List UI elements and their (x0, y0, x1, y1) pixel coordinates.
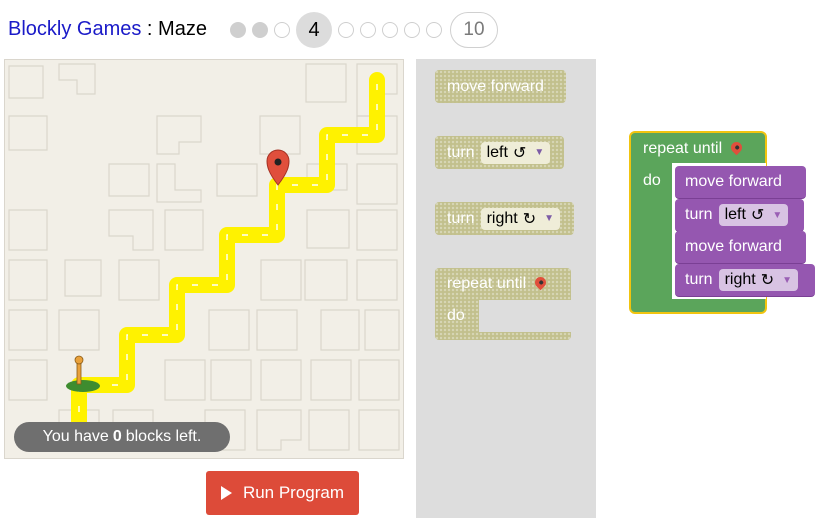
level-8-dot[interactable] (404, 22, 420, 38)
workspace-turn-left-dropdown[interactable]: left ↺ ▼ (718, 204, 789, 226)
workspace-turn-right-value: right (724, 271, 756, 288)
workspace-move-forward-block[interactable]: move forward (675, 231, 806, 264)
turn-left-icon: ↺ (512, 144, 527, 162)
level-2-dot[interactable] (252, 22, 268, 38)
game-name: Maze (158, 18, 207, 40)
dropdown-arrow-icon: ▼ (772, 209, 783, 221)
toolbox-turn-right-block[interactable]: turn right ↻ ▼ (435, 202, 574, 235)
blocks-left-prefix: You have (42, 428, 109, 445)
turn-right-icon: ↻ (522, 210, 537, 228)
run-program-button[interactable]: Run Program (206, 471, 359, 515)
workspace-turn-left-value: left (724, 206, 746, 223)
toolbox-turn-left-dropdown[interactable]: left ↺ ▼ (480, 141, 551, 164)
level-9-dot[interactable] (426, 22, 442, 38)
page-title: Blockly Games : Maze (8, 18, 207, 41)
last-level[interactable]: 10 (450, 12, 498, 48)
toolbox-turn-label: turn (447, 209, 475, 227)
toolbox-move-forward-label: move forward (447, 77, 544, 95)
toolbox-repeat-header: repeat until (435, 268, 571, 300)
blocks-left-status: You have 0 blocks left. (14, 422, 230, 452)
level-3-dot[interactable] (274, 22, 290, 38)
workspace-repeat-label: repeat until (643, 140, 723, 157)
toolbox-turn-left-value: left (486, 143, 508, 161)
workspace-do-label: do (643, 172, 661, 189)
goal-marker-icon (532, 274, 549, 290)
level-5-dot[interactable] (338, 22, 354, 38)
maze-drawing (8, 63, 400, 451)
workspace-turn-right-dropdown[interactable]: right ↻ ▼ (718, 269, 799, 291)
workspace-turn-left-block[interactable]: turn left ↺ ▼ (675, 199, 804, 232)
dropdown-arrow-icon: ▼ (782, 274, 793, 286)
title-separator: : (141, 18, 159, 40)
current-level[interactable]: 4 (296, 12, 332, 48)
workspace-block-label: turn (685, 271, 713, 288)
workspace-block-label: move forward (685, 238, 782, 255)
app-home-link[interactable]: Blockly Games (8, 18, 141, 40)
start-flag-icon (66, 355, 100, 392)
dropdown-arrow-icon: ▼ (534, 147, 545, 158)
maze-path (71, 72, 385, 440)
level-selector: 4 10 (230, 11, 498, 49)
level-7-dot[interactable] (382, 22, 398, 38)
toolbox-repeat-label: repeat until (447, 275, 527, 292)
toolbox-turn-left-block[interactable]: turn left ↺ ▼ (435, 136, 564, 169)
workspace-repeat-header: repeat until (643, 139, 745, 158)
toolbox-repeat-do: do (435, 300, 479, 332)
workspace-block-label: turn (685, 206, 713, 223)
toolbox-turn-right-dropdown[interactable]: right ↻ ▼ (480, 207, 561, 230)
toolbox-do-label: do (447, 307, 465, 324)
toolbox-turn-label: turn (447, 143, 475, 161)
goal-marker-icon (728, 139, 745, 155)
blocks-left-suffix: blocks left. (125, 428, 202, 445)
turn-right-icon: ↻ (760, 272, 775, 289)
toolbox-turn-right-value: right (486, 209, 518, 227)
maze-area (4, 59, 404, 459)
workspace-block-label: move forward (685, 173, 782, 190)
toolbox-move-forward-block[interactable]: move forward (435, 70, 566, 103)
dropdown-arrow-icon: ▼ (544, 213, 555, 224)
run-program-label: Run Program (242, 483, 345, 502)
maze-wall-tiles (8, 63, 400, 451)
play-icon (220, 486, 232, 500)
blocks-left-count: 0 (112, 428, 122, 445)
toolbox-repeat-block[interactable]: repeat until do (435, 268, 571, 340)
workspace-turn-right-block[interactable]: turn right ↻ ▼ (675, 264, 815, 297)
level-6-dot[interactable] (360, 22, 376, 38)
header: Blockly Games : Maze 4 10 (0, 0, 826, 58)
toolbox-repeat-footer (435, 332, 571, 340)
workspace-move-forward-block[interactable]: move forward (675, 166, 806, 199)
turn-left-icon: ↺ (750, 207, 765, 224)
level-1-dot[interactable] (230, 22, 246, 38)
